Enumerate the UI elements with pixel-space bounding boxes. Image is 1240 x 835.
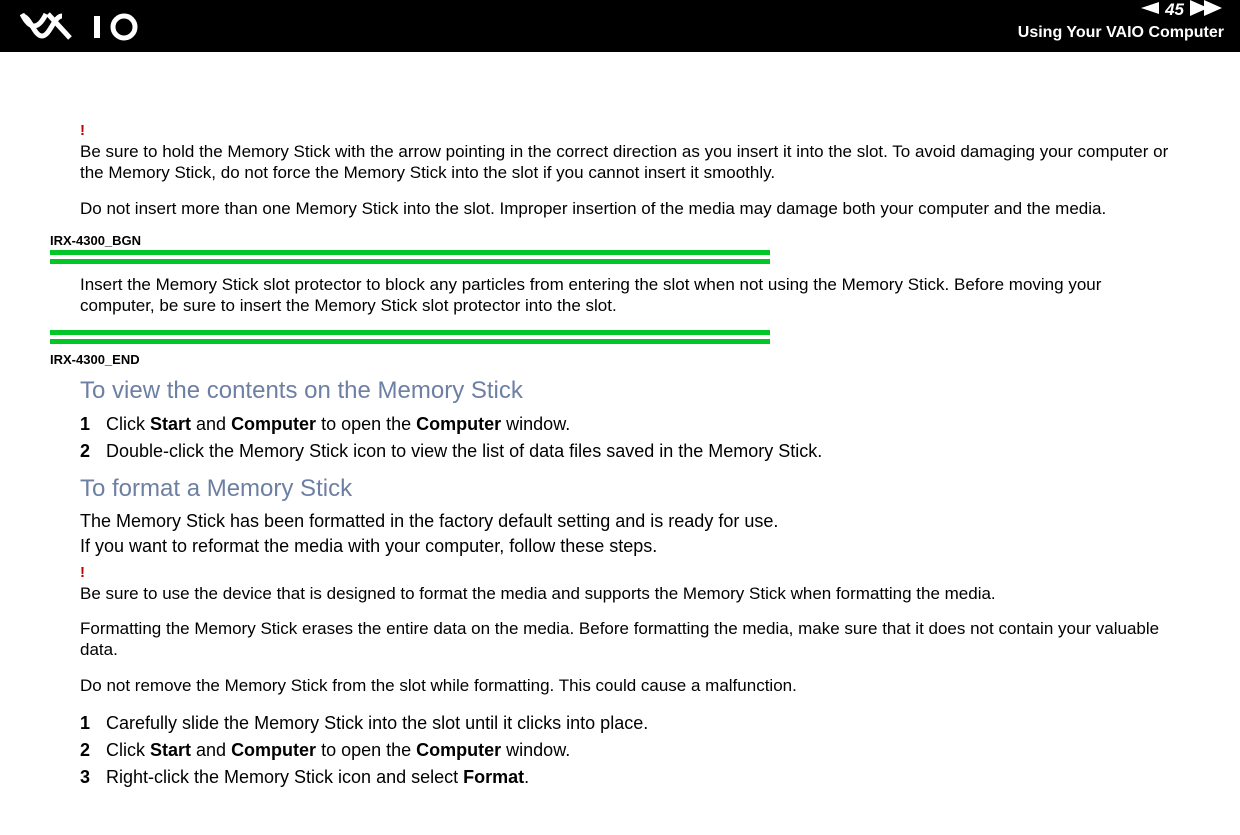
- list-item: Click Start and Computer to open the Com…: [80, 411, 1170, 438]
- ui-term: Start: [150, 740, 191, 760]
- step-text: window.: [501, 414, 570, 434]
- ui-term: Start: [150, 414, 191, 434]
- ui-term: Computer: [416, 414, 501, 434]
- list-item: Carefully slide the Memory Stick into th…: [80, 710, 1170, 737]
- warning-block-1: ! Be sure to hold the Memory Stick with …: [80, 122, 1170, 219]
- list-item: Right-click the Memory Stick icon and se…: [80, 764, 1170, 791]
- warning-block-2: ! Be sure to use the device that is desi…: [80, 564, 1170, 696]
- step-text: and: [191, 740, 231, 760]
- page-content: ! Be sure to hold the Memory Stick with …: [0, 52, 1240, 835]
- steps-format: Carefully slide the Memory Stick into th…: [80, 710, 1170, 791]
- nav-next-icon[interactable]: [1190, 0, 1224, 21]
- step-text: Click: [106, 740, 150, 760]
- ui-term: Computer: [416, 740, 501, 760]
- format-intro: The Memory Stick has been formatted in t…: [80, 509, 1170, 533]
- step-text: to open the: [316, 740, 416, 760]
- warning-text: Be sure to hold the Memory Stick with th…: [80, 141, 1170, 184]
- list-item: Double-click the Memory Stick icon to vi…: [80, 438, 1170, 465]
- format-intro: If you want to reformat the media with y…: [80, 534, 1170, 558]
- page-number: 45: [1165, 0, 1184, 20]
- warning-text: Formatting the Memory Stick erases the e…: [80, 618, 1170, 661]
- warning-text: Do not insert more than one Memory Stick…: [80, 198, 1170, 219]
- warning-icon: !: [80, 122, 1170, 139]
- page-header: 45 Using Your VAIO Computer: [0, 0, 1240, 52]
- heading-format: To format a Memory Stick: [80, 475, 1170, 503]
- step-text: to open the: [316, 414, 416, 434]
- header-right: 45 Using Your VAIO Computer: [1018, 0, 1224, 42]
- step-text: Right-click the Memory Stick icon and se…: [106, 767, 463, 787]
- protector-note: Insert the Memory Stick slot protector t…: [80, 274, 1170, 317]
- marker-begin: IRX-4300_BGN: [50, 233, 1170, 248]
- ui-term: Format: [463, 767, 524, 787]
- step-text: window.: [501, 740, 570, 760]
- green-divider: [50, 250, 770, 264]
- nav-prev-icon[interactable]: [1139, 1, 1159, 19]
- step-text: Click: [106, 414, 150, 434]
- heading-view-contents: To view the contents on the Memory Stick: [80, 377, 1170, 405]
- marker-end: IRX-4300_END: [50, 352, 1170, 367]
- step-text: .: [524, 767, 529, 787]
- step-text: Double-click the Memory Stick icon to vi…: [106, 441, 822, 461]
- green-divider: [50, 330, 770, 344]
- ui-term: Computer: [231, 414, 316, 434]
- step-text: Carefully slide the Memory Stick into th…: [106, 713, 648, 733]
- step-text: and: [191, 414, 231, 434]
- vaio-logo: [20, 10, 150, 47]
- warning-text: Do not remove the Memory Stick from the …: [80, 675, 1170, 696]
- list-item: Click Start and Computer to open the Com…: [80, 737, 1170, 764]
- section-title: Using Your VAIO Computer: [1018, 24, 1224, 42]
- steps-view: Click Start and Computer to open the Com…: [80, 411, 1170, 465]
- ui-term: Computer: [231, 740, 316, 760]
- warning-text: Be sure to use the device that is design…: [80, 583, 1170, 604]
- warning-icon: !: [80, 564, 1170, 581]
